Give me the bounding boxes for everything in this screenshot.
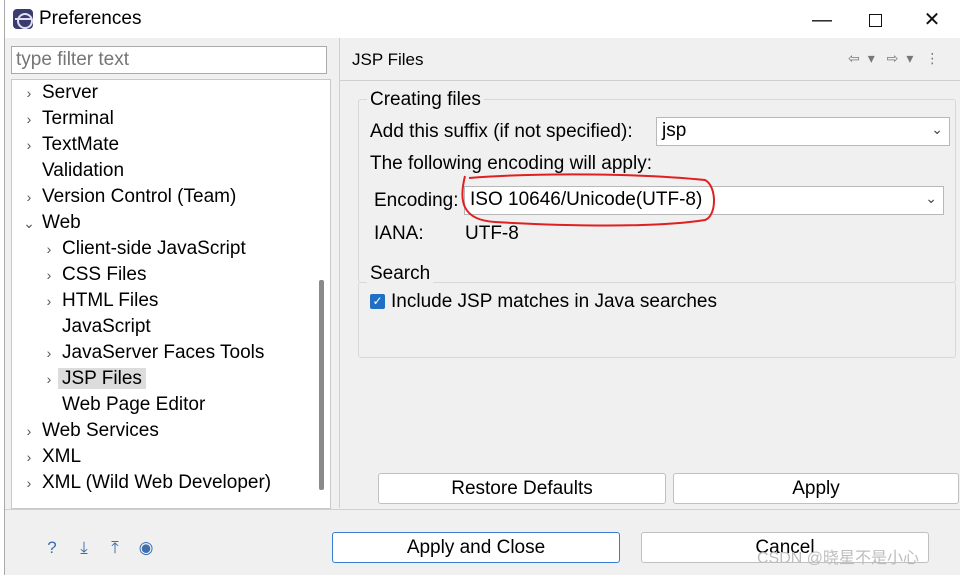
preference-page: JSP Files ⇦ ▾ ⇨ ▾ ⋮ Creating files Add thi… (339, 38, 960, 508)
tree-item[interactable]: › JSP Files (40, 366, 146, 392)
tree-item[interactable]: Validation (20, 158, 128, 184)
search-label: Search (367, 263, 434, 285)
title-bar: Preferences — ✕ (5, 0, 960, 38)
chevron-right-icon[interactable]: › (20, 418, 38, 444)
tree-item[interactable]: › Server (20, 80, 102, 106)
maximize-icon (868, 14, 882, 28)
page-title: JSP Files (352, 50, 424, 69)
tree-item-label: Web Services (42, 420, 159, 441)
chevron-right-icon[interactable]: › (40, 262, 58, 288)
tree-item-label: TextMate (42, 134, 120, 155)
tree-item-label: JavaScript (62, 316, 151, 337)
encoding-label: Encoding: (374, 190, 459, 211)
creating-files-label: Creating files (367, 89, 484, 111)
minimize-button[interactable]: — (800, 6, 844, 34)
forward-menu-icon[interactable]: ▾ (906, 50, 913, 66)
chevron-right-icon[interactable]: › (40, 366, 58, 392)
apply-and-close-button[interactable]: Apply and Close (332, 532, 620, 563)
back-menu-icon[interactable]: ▾ (868, 50, 875, 66)
tree-item-label: Terminal (42, 108, 114, 129)
tree-item[interactable]: › XML (20, 444, 85, 470)
chevron-right-icon[interactable]: › (20, 444, 38, 470)
include-jsp-checkbox[interactable]: ✓ (370, 294, 385, 309)
tree-item[interactable]: Web Page Editor (40, 392, 209, 418)
window-title: Preferences (39, 8, 142, 29)
header-divider (340, 80, 960, 81)
forward-arrow-icon[interactable]: ⇨ (887, 50, 899, 66)
tree-item-label: JSP Files (58, 368, 146, 389)
back-arrow-icon[interactable]: ⇦ (848, 50, 860, 66)
encoding-value: ISO 10646/Unicode(UTF-8) (470, 189, 703, 210)
history-nav: ⇦ ▾ ⇨ ▾ ⋮ (848, 50, 947, 67)
tree-item[interactable]: JavaScript (40, 314, 155, 340)
iana-label: IANA: (374, 223, 424, 244)
suffix-label: Add this suffix (if not specified): (370, 121, 633, 142)
chevron-down-icon: ⌄ (931, 121, 943, 137)
tree-item-label: HTML Files (62, 290, 159, 311)
tree-item[interactable]: › Client-side JavaScript (40, 236, 250, 262)
tree-item[interactable]: › Terminal (20, 106, 118, 132)
chevron-down-icon[interactable]: ⌄ (20, 210, 38, 236)
tree-item-label: XML (Wild Web Developer) (42, 472, 272, 493)
chevron-right-icon[interactable]: › (20, 80, 38, 106)
suffix-value: jsp (662, 120, 687, 141)
chevron-right-icon[interactable]: › (20, 184, 38, 210)
tree-item-label: Validation (42, 160, 125, 181)
eclipse-icon (13, 9, 33, 29)
suffix-combo[interactable]: jsp ⌄ (656, 117, 950, 146)
view-menu-icon[interactable]: ⋮ (925, 50, 939, 66)
chevron-down-icon: ⌄ (925, 190, 937, 206)
export-icon[interactable]: ⤒ (104, 537, 126, 559)
tree-item-label: Web Page Editor (62, 394, 206, 415)
iana-value: UTF-8 (465, 223, 519, 244)
tree-item[interactable]: › XML (Wild Web Developer) (20, 470, 275, 496)
footer-divider (5, 509, 960, 510)
watermark: CSDN @晓星不是小心 (757, 550, 920, 567)
include-jsp-label: Include JSP matches in Java searches (391, 291, 717, 312)
close-button[interactable]: ✕ (910, 6, 954, 34)
help-icon[interactable]: ? (41, 537, 63, 559)
chevron-right-icon[interactable]: › (40, 340, 58, 366)
tree-item-label: Version Control (Team) (42, 186, 237, 207)
tree-item[interactable]: › TextMate (20, 132, 123, 158)
tree-item-label: Server (42, 82, 98, 103)
tree-item-label: Web (42, 212, 81, 233)
chevron-right-icon[interactable]: › (20, 106, 38, 132)
maximize-button[interactable] (853, 6, 897, 34)
tree-item[interactable]: › Web Services (20, 418, 163, 444)
tree-item-label: Client-side JavaScript (62, 238, 246, 259)
tree-item-label: XML (42, 446, 82, 467)
filter-input[interactable] (11, 46, 327, 74)
tree-item[interactable]: › CSS Files (40, 262, 150, 288)
tree-item-label: CSS Files (62, 264, 147, 285)
preferences-dialog: Preferences — ✕ ›Server›Terminal›TextMat… (4, 0, 960, 575)
tree-item[interactable]: › JavaServer Faces Tools (40, 340, 268, 366)
tree-item[interactable]: › Version Control (Team) (20, 184, 240, 210)
record-icon[interactable]: ◉ (135, 537, 157, 559)
tree-scrollbar[interactable] (319, 280, 324, 490)
chevron-right-icon[interactable]: › (20, 132, 38, 158)
chevron-right-icon[interactable]: › (40, 236, 58, 262)
tree-item-label: JavaServer Faces Tools (62, 342, 265, 363)
import-icon[interactable]: ⤓ (73, 537, 95, 559)
encoding-intro: The following encoding will apply: (370, 153, 652, 174)
encoding-combo[interactable]: ISO 10646/Unicode(UTF-8) ⌄ (464, 186, 944, 215)
tree-item[interactable]: › HTML Files (40, 288, 162, 314)
chevron-right-icon[interactable]: › (40, 288, 58, 314)
chevron-right-icon[interactable]: › (20, 470, 38, 496)
preferences-tree: › Server › Terminal › TextMate Validation › Vers… (11, 79, 331, 509)
tree-item[interactable]: ⌄ Web (20, 210, 85, 236)
restore-defaults-button[interactable]: Restore Defaults (378, 473, 666, 504)
apply-button[interactable]: Apply (673, 473, 959, 504)
